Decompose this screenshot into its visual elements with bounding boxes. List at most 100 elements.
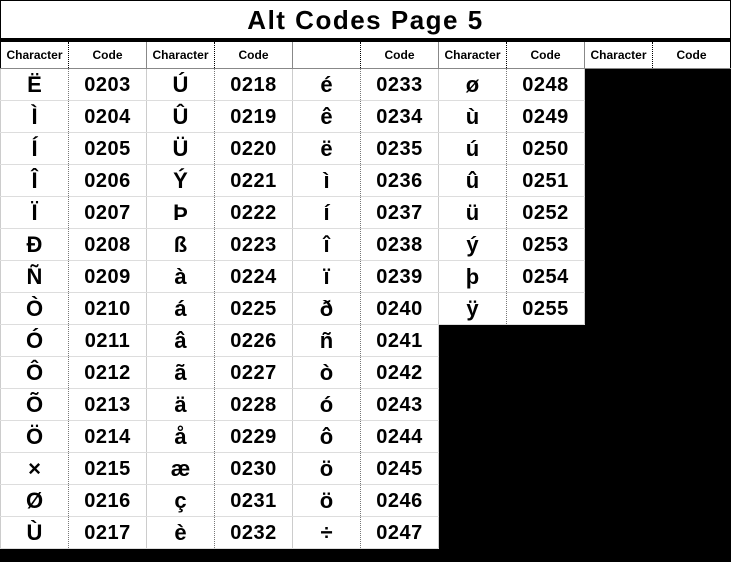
code-cell: 0204: [69, 101, 147, 133]
code-cell: 0251: [507, 165, 585, 197]
table-row: Ö0214å0229ô0244: [1, 421, 731, 453]
char-cell: ë: [293, 133, 361, 165]
code-cell: 0255: [507, 293, 585, 325]
code-cell: 0214: [69, 421, 147, 453]
empty-cell: [439, 325, 507, 357]
table-body: Ë0203Ú0218é0233ø0248Ì0204Û0219ê0234ù0249…: [1, 69, 731, 549]
table-row: Ë0203Ú0218é0233ø0248: [1, 69, 731, 101]
code-cell: 0230: [215, 453, 293, 485]
code-cell: 0203: [69, 69, 147, 101]
alt-codes-page: Alt Codes Page 5 Character Code Characte…: [0, 0, 731, 549]
col-1-char-header: Character: [147, 41, 215, 69]
code-cell: 0231: [215, 485, 293, 517]
empty-cell: [653, 229, 731, 261]
code-cell: 0245: [361, 453, 439, 485]
table-row: Î0206Ý0221ì0236û0251: [1, 165, 731, 197]
char-cell: ç: [147, 485, 215, 517]
char-cell: â: [147, 325, 215, 357]
empty-cell: [653, 261, 731, 293]
table-row: Õ0213ä0228ó0243: [1, 389, 731, 421]
code-cell: 0238: [361, 229, 439, 261]
table-row: Ò0210á0225ð0240ÿ0255: [1, 293, 731, 325]
char-cell: Õ: [1, 389, 69, 421]
empty-cell: [653, 357, 731, 389]
empty-cell: [653, 133, 731, 165]
char-cell: ß: [147, 229, 215, 261]
empty-cell: [653, 453, 731, 485]
col-3-char-header: Character: [439, 41, 507, 69]
code-cell: 0248: [507, 69, 585, 101]
code-cell: 0216: [69, 485, 147, 517]
char-cell: ö: [293, 485, 361, 517]
code-cell: 0249: [507, 101, 585, 133]
table-row: Ñ0209à0224ï0239þ0254: [1, 261, 731, 293]
empty-cell: [585, 421, 653, 453]
char-cell: Ù: [1, 517, 69, 549]
empty-cell: [585, 197, 653, 229]
code-cell: 0211: [69, 325, 147, 357]
code-cell: 0254: [507, 261, 585, 293]
code-cell: 0226: [215, 325, 293, 357]
char-cell: ñ: [293, 325, 361, 357]
char-cell: ù: [439, 101, 507, 133]
table-row: Ó0211â0226ñ0241: [1, 325, 731, 357]
code-cell: 0205: [69, 133, 147, 165]
char-cell: ä: [147, 389, 215, 421]
char-cell: ã: [147, 357, 215, 389]
char-cell: Ñ: [1, 261, 69, 293]
table-row: Ð0208ß0223î0238ý0253: [1, 229, 731, 261]
empty-cell: [439, 453, 507, 485]
empty-cell: [507, 389, 585, 421]
code-cell: 0219: [215, 101, 293, 133]
col-0-code-header: Code: [69, 41, 147, 69]
code-cell: 0218: [215, 69, 293, 101]
col-2-char-header: [293, 41, 361, 69]
char-cell: Ø: [1, 485, 69, 517]
empty-cell: [653, 517, 731, 549]
char-cell: ø: [439, 69, 507, 101]
col-2-code-header: Code: [361, 41, 439, 69]
table-row: Ù0217è0232÷0247: [1, 517, 731, 549]
table-row: Ô0212ã0227ò0242: [1, 357, 731, 389]
table-row: Í0205Ü0220ë0235ú0250: [1, 133, 731, 165]
char-cell: ×: [1, 453, 69, 485]
char-cell: ï: [293, 261, 361, 293]
empty-cell: [507, 421, 585, 453]
empty-cell: [653, 293, 731, 325]
char-cell: Ì: [1, 101, 69, 133]
code-cell: 0241: [361, 325, 439, 357]
char-cell: Í: [1, 133, 69, 165]
code-cell: 0221: [215, 165, 293, 197]
char-cell: ü: [439, 197, 507, 229]
code-cell: 0236: [361, 165, 439, 197]
code-cell: 0232: [215, 517, 293, 549]
char-cell: û: [439, 165, 507, 197]
char-cell: é: [293, 69, 361, 101]
empty-cell: [585, 357, 653, 389]
empty-cell: [507, 357, 585, 389]
code-cell: 0212: [69, 357, 147, 389]
code-cell: 0209: [69, 261, 147, 293]
empty-cell: [653, 101, 731, 133]
char-cell: á: [147, 293, 215, 325]
char-cell: ì: [293, 165, 361, 197]
empty-cell: [585, 165, 653, 197]
empty-cell: [507, 325, 585, 357]
char-cell: Ô: [1, 357, 69, 389]
char-cell: æ: [147, 453, 215, 485]
code-cell: 0227: [215, 357, 293, 389]
table-row: Ï0207Þ0222í0237ü0252: [1, 197, 731, 229]
code-cell: 0242: [361, 357, 439, 389]
code-cell: 0213: [69, 389, 147, 421]
code-cell: 0225: [215, 293, 293, 325]
empty-cell: [585, 485, 653, 517]
char-cell: Ð: [1, 229, 69, 261]
code-cell: 0250: [507, 133, 585, 165]
char-cell: ÷: [293, 517, 361, 549]
char-cell: ê: [293, 101, 361, 133]
empty-cell: [585, 101, 653, 133]
empty-cell: [507, 485, 585, 517]
code-cell: 0240: [361, 293, 439, 325]
alt-codes-table: Character Code Character Code Code Chara…: [0, 39, 731, 549]
char-cell: ð: [293, 293, 361, 325]
